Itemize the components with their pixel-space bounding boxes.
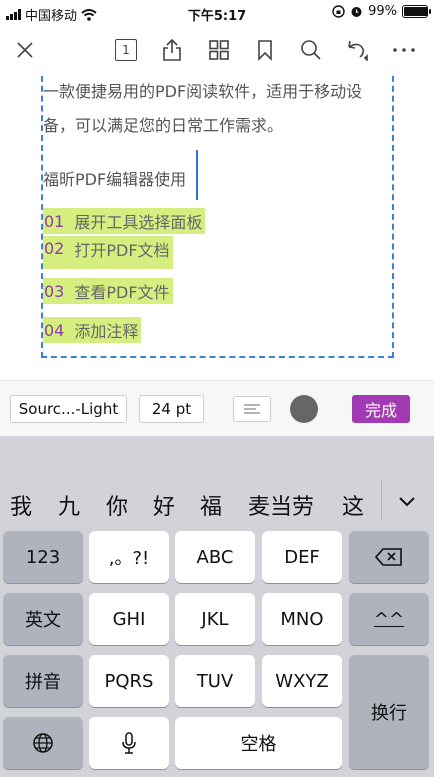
status-right: 99% [332, 4, 431, 19]
list-item: 04 添加注释 [43, 317, 142, 343]
bookmark-button[interactable] [249, 34, 281, 66]
page-number: 1 [122, 43, 130, 57]
more-icon [393, 48, 415, 52]
paragraph-line-2: 备，可以满足您的日常工作需求。 [43, 116, 284, 135]
share-button[interactable] [156, 34, 188, 66]
page-indicator-button[interactable]: 1 [110, 34, 142, 66]
key-pinyin[interactable]: 拼音 [3, 655, 83, 707]
key-emoticon[interactable]: ^^ [349, 593, 429, 645]
paragraph-line-1: 一款便捷易用的PDF阅读软件，适用于移动设 [43, 82, 363, 101]
candidate-divider [381, 480, 382, 520]
top-toolbar: 1 [0, 26, 434, 74]
editing-text[interactable]: 福昕PDF编辑器使用 [43, 166, 186, 190]
highlight: 01 展开工具选择面板 [43, 208, 206, 234]
alarm-icon [351, 7, 362, 17]
key-123[interactable]: 123 [3, 531, 83, 583]
page-indicator: 1 [115, 39, 137, 61]
list-text: 打开PDF文档 [74, 240, 170, 260]
text-color-button[interactable] [290, 395, 318, 423]
space-key[interactable]: 空格 [175, 717, 342, 769]
key-ghi[interactable]: GHI [89, 593, 169, 645]
font-size-selector[interactable]: 24 pt [139, 395, 204, 423]
keyboard: 我 九 你 好 福 麦当劳 这 123 ,。?! ABC DEF 英文 GHI … [0, 436, 434, 777]
highlight: 03 查看PDF文件 [43, 278, 173, 304]
candidate-word[interactable]: 福 [200, 489, 222, 521]
battery-percent: 99% [368, 4, 397, 19]
candidate-word[interactable]: 好 [153, 489, 175, 521]
candidate-bar: 我 九 你 好 福 麦当劳 这 [0, 476, 434, 526]
list-number: 04 [44, 320, 65, 340]
close-icon [17, 42, 33, 58]
microphone-icon [122, 732, 136, 754]
list-number: 01 [44, 211, 65, 231]
grid-icon [209, 40, 229, 60]
candidate-word[interactable]: 你 [106, 489, 128, 521]
candidate-word[interactable]: 九 [58, 489, 80, 521]
candidate-word[interactable]: 我 [10, 489, 32, 521]
highlight: 02 打开PDF文档 [43, 235, 173, 269]
return-key[interactable]: 换行 [349, 655, 429, 769]
candidate-word[interactable]: 这 [342, 489, 364, 521]
list-text: 展开工具选择面板 [74, 213, 203, 232]
key-def[interactable]: DEF [262, 531, 342, 583]
undo-icon [348, 40, 368, 61]
status-bar: 中国移动 下午5:17 99% [0, 0, 434, 26]
document-view[interactable]: 一款便捷易用的PDF阅读软件，适用于移动设 备，可以满足您的日常工作需求。 福昕… [0, 74, 434, 380]
key-abc[interactable]: ABC [175, 531, 255, 583]
undo-button[interactable] [341, 34, 373, 66]
globe-key[interactable] [3, 717, 83, 769]
candidate-word[interactable]: 麦当劳 [248, 489, 314, 521]
key-tuv[interactable]: TUV [175, 655, 255, 707]
list-number: 03 [44, 281, 65, 301]
search-icon [301, 40, 321, 60]
dictation-key[interactable] [89, 717, 169, 769]
battery-icon [402, 5, 431, 18]
font-selector[interactable]: Sourc...-Light [10, 395, 127, 423]
key-pqrs[interactable]: PQRS [89, 655, 169, 707]
delete-key[interactable] [349, 531, 429, 583]
text-format-bar: Sourc...-Light 24 pt 完成 [0, 380, 434, 437]
alignment-button[interactable] [233, 396, 271, 422]
align-left-icon [244, 404, 260, 414]
text-cursor [196, 150, 198, 200]
list-text: 添加注释 [74, 322, 139, 341]
delete-icon [375, 548, 402, 566]
highlight: 04 添加注释 [43, 317, 142, 343]
list-text: 查看PDF文件 [74, 283, 170, 302]
list-item: 03 查看PDF文件 [43, 278, 173, 304]
orientation-lock-icon [332, 5, 345, 18]
list-number: 02 [44, 239, 65, 258]
key-jkl[interactable]: JKL [175, 593, 255, 645]
more-button[interactable] [388, 34, 420, 66]
list-item: 02 打开PDF文档 [43, 235, 173, 269]
search-button[interactable] [295, 34, 327, 66]
key-wxyz[interactable]: WXYZ [262, 655, 342, 707]
thumbnails-button[interactable] [203, 34, 235, 66]
close-button[interactable] [9, 34, 41, 66]
share-icon [163, 38, 181, 61]
bookmark-icon [258, 40, 272, 61]
list-item: 01 展开工具选择面板 [43, 208, 206, 234]
globe-icon [33, 733, 53, 753]
done-button[interactable]: 完成 [352, 395, 410, 423]
key-english[interactable]: 英文 [3, 593, 83, 645]
key-punctuation[interactable]: ,。?! [89, 531, 169, 583]
expand-candidates-icon[interactable] [398, 496, 416, 507]
key-mno[interactable]: MNO [262, 593, 342, 645]
